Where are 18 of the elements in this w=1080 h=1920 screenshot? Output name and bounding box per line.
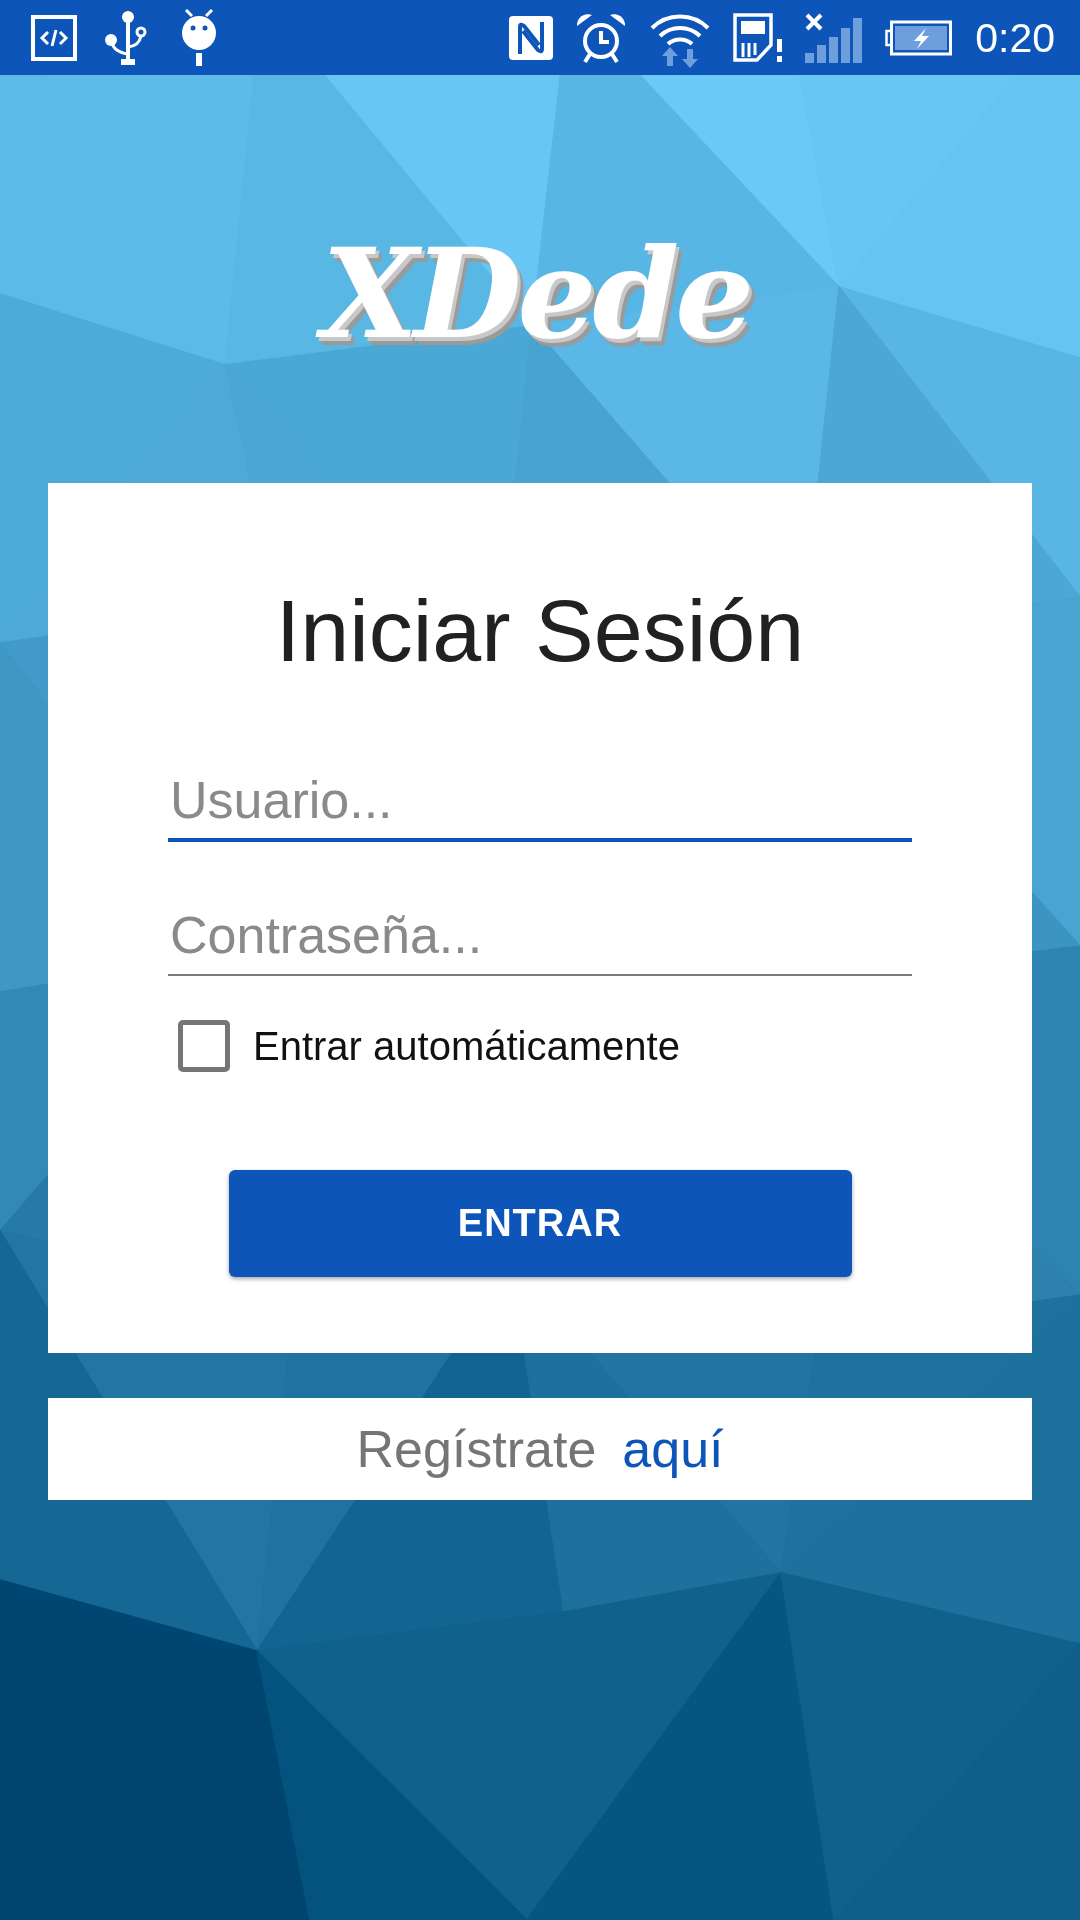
robot-icon	[180, 9, 218, 66]
nfc-icon	[509, 15, 554, 60]
sim-card-alert-icon	[733, 12, 784, 63]
app-logo: XDede	[301, 214, 779, 374]
usb-icon	[105, 10, 147, 65]
battery-charging-icon	[885, 19, 954, 56]
login-button[interactable]: ENTRAR	[228, 1170, 852, 1277]
no-signal-icon	[805, 12, 864, 63]
login-title: Iniciar Sesión	[274, 580, 806, 682]
input-field[interactable]: Usuario...	[168, 762, 912, 842]
input-field[interactable]: Contraseña...	[168, 896, 912, 976]
checkbox-label: Entrar automáticamente	[253, 1023, 680, 1070]
developer-code-icon	[31, 14, 77, 61]
register-link[interactable]: aquí	[622, 1419, 724, 1479]
clock-time: 0:20	[975, 13, 1055, 62]
checkbox[interactable]	[178, 1020, 230, 1072]
alarm-clock-icon	[575, 11, 628, 64]
register-prompt: Regístrate	[356, 1419, 597, 1479]
